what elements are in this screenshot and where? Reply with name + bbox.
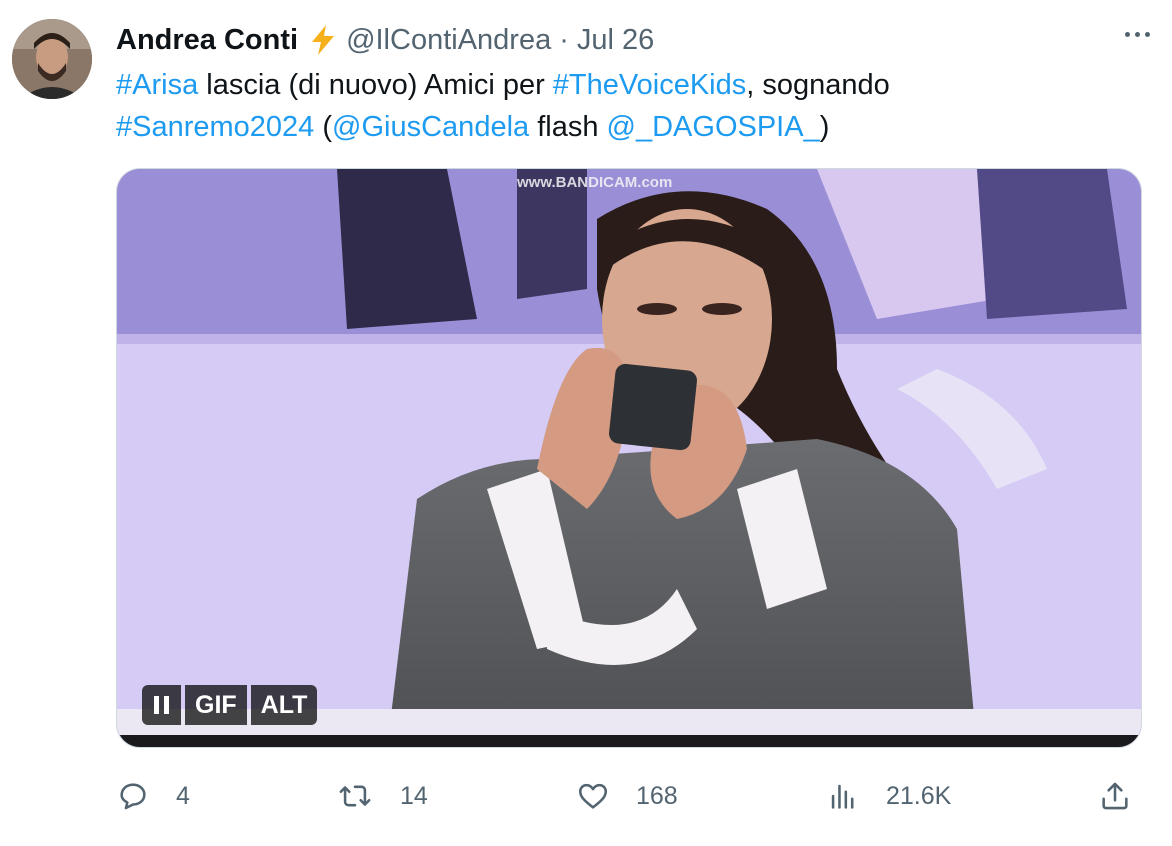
pause-icon — [154, 696, 169, 714]
tweet-actions: 4 14 168 21.6K — [116, 772, 1142, 820]
alt-text-button[interactable]: ALT — [250, 685, 318, 725]
media-watermark: www.BANDICAM.com — [516, 174, 672, 191]
retweet-count: 14 — [400, 781, 428, 810]
retweet-icon — [339, 785, 371, 807]
gif-badge: GIF — [185, 685, 247, 725]
lightning-bolt-icon — [308, 24, 338, 56]
tweet-text: #Arisa lascia (di nuovo) Amici per #TheV… — [116, 64, 1136, 148]
mention-dagospia[interactable]: @_DAGOSPIA_ — [607, 111, 820, 143]
tweet-text-line-1: #Arisa lascia (di nuovo) Amici per #TheV… — [116, 64, 1136, 106]
hashtag-thevoicekids[interactable]: #TheVoiceKids — [553, 69, 746, 101]
like-button[interactable]: 168 — [576, 772, 678, 820]
heart-icon — [578, 783, 608, 809]
hashtag-arisa[interactable]: #Arisa — [116, 69, 198, 101]
views-button[interactable]: 21.6K — [826, 772, 951, 820]
views-icon — [831, 784, 854, 809]
share-button[interactable] — [1098, 772, 1132, 820]
reply-count: 4 — [176, 781, 190, 810]
tweet-media-gif[interactable]: www.BANDICAM.com — [116, 168, 1142, 748]
tweet-header: Andrea Conti @IlContiAndrea · Jul 26 — [116, 22, 654, 58]
tweet-text-segment: lascia (di nuovo) Amici per — [198, 69, 553, 101]
author-name[interactable]: Andrea Conti — [116, 24, 298, 57]
reply-icon — [120, 783, 146, 810]
pause-button[interactable] — [142, 685, 181, 725]
mention-giuscandela[interactable]: @GiusCandela — [332, 111, 529, 143]
tweet-text-line-2: #Sanremo2024 (@GiusCandela flash @_DAGOS… — [116, 106, 1136, 148]
share-icon — [1102, 782, 1128, 810]
tweet-text-segment: ( — [314, 111, 333, 143]
tweet-date[interactable]: Jul 26 — [577, 24, 654, 57]
like-count: 168 — [636, 781, 678, 810]
tweet-text-segment: , sognando — [746, 69, 890, 101]
retweet-button[interactable]: 14 — [338, 772, 428, 820]
tweet-text-segment: flash — [529, 111, 607, 143]
author-avatar[interactable] — [12, 19, 92, 99]
hashtag-sanremo2024[interactable]: #Sanremo2024 — [116, 111, 314, 143]
author-handle[interactable]: @IlContiAndrea — [346, 24, 551, 57]
more-icon[interactable] — [1125, 32, 1150, 37]
tweet-text-segment: ) — [819, 111, 830, 143]
gif-controls: GIF ALT — [142, 685, 318, 725]
views-count: 21.6K — [886, 781, 952, 810]
separator: · — [559, 23, 569, 56]
reply-button[interactable]: 4 — [116, 772, 190, 820]
